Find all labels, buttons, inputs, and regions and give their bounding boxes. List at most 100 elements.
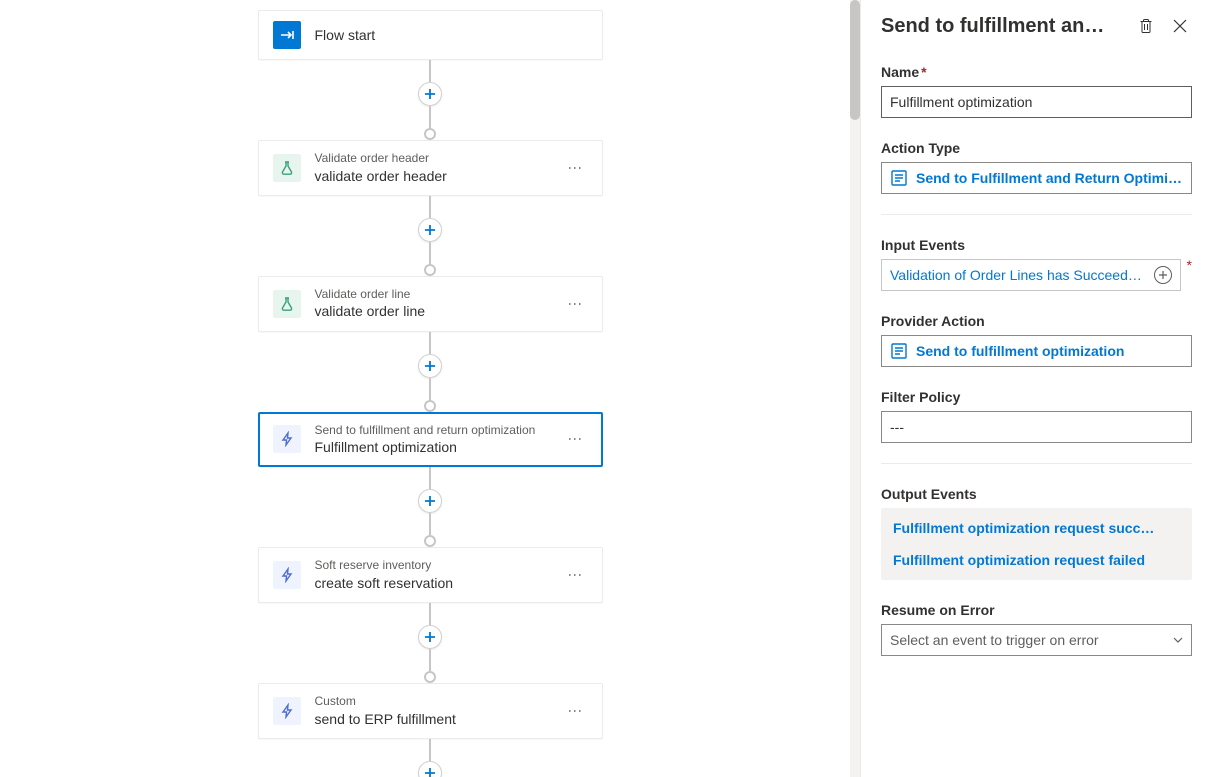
connector-line <box>429 513 431 535</box>
connector <box>418 332 442 412</box>
connector-line <box>429 739 431 761</box>
node-category: Custom <box>315 694 564 710</box>
add-input-event-button[interactable] <box>1154 266 1172 284</box>
node-labels: Send to fulfillment and return optimizat… <box>315 423 564 457</box>
chevron-down-icon <box>1173 637 1183 643</box>
connector-port <box>424 400 436 412</box>
action-type-label: Action Type <box>881 140 1192 156</box>
filter-policy-label: Filter Policy <box>881 389 1192 405</box>
input-events-selector[interactable]: Validation of Order Lines has Succeed… <box>881 259 1181 291</box>
flow-node[interactable]: Soft reserve inventorycreate soft reserv… <box>258 547 603 603</box>
panel-title: Send to fulfillment an… <box>881 15 1124 38</box>
provider-action-value: Send to fulfillment optimization <box>916 343 1183 359</box>
input-events-value: Validation of Order Lines has Succeed… <box>890 267 1146 283</box>
node-title: send to ERP fulfillment <box>315 710 564 728</box>
name-input[interactable] <box>881 86 1192 118</box>
node-title: Fulfillment optimization <box>315 438 564 456</box>
flow-node[interactable]: Customsend to ERP fulfillment⋮ <box>258 683 603 739</box>
node-title: validate order header <box>315 167 564 185</box>
plus-icon <box>424 224 436 236</box>
flow-node[interactable]: Send to fulfillment and return optimizat… <box>258 412 603 468</box>
divider <box>881 463 1192 464</box>
flow-node[interactable]: Flow start <box>258 10 603 60</box>
connector-line <box>429 106 431 128</box>
name-label: Name* <box>881 64 1192 80</box>
bolt-icon <box>279 703 295 719</box>
connector-line <box>429 332 431 354</box>
node-menu-button[interactable]: ⋮ <box>564 428 588 450</box>
node-menu-button[interactable]: ⋮ <box>564 700 588 722</box>
output-event-item[interactable]: Fulfillment optimization request failed <box>881 544 1192 576</box>
plus-icon <box>424 88 436 100</box>
connector <box>418 60 442 140</box>
connector-port <box>424 264 436 276</box>
node-title: Flow start <box>315 26 588 44</box>
output-event-item[interactable]: Fulfillment optimization request succ… <box>881 512 1192 544</box>
name-label-text: Name <box>881 64 919 80</box>
node-icon <box>273 697 301 725</box>
provider-action-icon <box>890 342 908 360</box>
add-step-button[interactable] <box>418 489 442 513</box>
add-step-button[interactable] <box>418 82 442 106</box>
connector-line <box>429 467 431 489</box>
flow-node[interactable]: Validate order headervalidate order head… <box>258 140 603 196</box>
node-labels: Validate order headervalidate order head… <box>315 151 564 185</box>
add-step-button[interactable] <box>418 354 442 378</box>
connector <box>418 467 442 547</box>
connector-line <box>429 603 431 625</box>
connector-line <box>429 378 431 400</box>
node-icon <box>273 154 301 182</box>
panel-header: Send to fulfillment an… <box>861 0 1212 48</box>
flow-canvas[interactable]: Flow startValidate order headervalidate … <box>0 0 860 777</box>
connector-port <box>424 671 436 683</box>
filter-policy-value[interactable]: --- <box>881 411 1192 443</box>
flask-icon <box>279 160 295 176</box>
add-step-button[interactable] <box>418 625 442 649</box>
close-icon <box>1173 19 1187 33</box>
action-type-selector[interactable]: Send to Fulfillment and Return Optimiza… <box>881 162 1192 194</box>
trash-icon <box>1138 18 1154 34</box>
node-labels: Flow start <box>315 26 588 44</box>
node-icon <box>273 425 301 453</box>
node-menu-button[interactable]: ⋮ <box>564 157 588 179</box>
connector-line <box>429 196 431 218</box>
node-icon <box>273 290 301 318</box>
flow-node[interactable]: Validate order linevalidate order line⋮ <box>258 276 603 332</box>
close-button[interactable] <box>1168 14 1192 38</box>
required-marker: * <box>921 64 926 80</box>
required-marker: * <box>1187 257 1192 273</box>
node-icon <box>273 21 301 49</box>
plus-icon <box>424 767 436 777</box>
delete-button[interactable] <box>1134 14 1158 38</box>
scrollbar-thumb[interactable] <box>850 0 860 120</box>
connector-line <box>429 649 431 671</box>
provider-action-label: Provider Action <box>881 313 1192 329</box>
node-labels: Customsend to ERP fulfillment <box>315 694 564 728</box>
add-step-button[interactable] <box>418 218 442 242</box>
node-menu-button[interactable]: ⋮ <box>564 293 588 315</box>
add-step-button[interactable] <box>418 761 442 777</box>
node-labels: Soft reserve inventorycreate soft reserv… <box>315 558 564 592</box>
node-category: Send to fulfillment and return optimizat… <box>315 423 564 439</box>
node-category: Validate order header <box>315 151 564 167</box>
node-category: Validate order line <box>315 287 564 303</box>
input-events-label: Input Events <box>881 237 1192 253</box>
connector <box>418 739 442 777</box>
action-type-value: Send to Fulfillment and Return Optimiza… <box>916 170 1183 186</box>
resume-on-error-select[interactable]: Select an event to trigger on error <box>881 624 1192 656</box>
action-type-icon <box>890 169 908 187</box>
node-menu-button[interactable]: ⋮ <box>564 564 588 586</box>
plus-icon <box>424 360 436 372</box>
divider <box>881 214 1192 215</box>
provider-action-selector[interactable]: Send to fulfillment optimization <box>881 335 1192 367</box>
connector <box>418 196 442 276</box>
resume-on-error-field: Resume on Error Select an event to trigg… <box>881 602 1192 656</box>
connector-port <box>424 535 436 547</box>
plus-icon <box>424 631 436 643</box>
input-events-field: Input Events Validation of Order Lines h… <box>881 237 1192 291</box>
provider-action-field: Provider Action Send to fulfillment opti… <box>881 313 1192 367</box>
node-title: validate order line <box>315 302 564 320</box>
node-icon <box>273 561 301 589</box>
bolt-icon <box>279 431 295 447</box>
output-events-list: Fulfillment optimization request succ…Fu… <box>881 508 1192 580</box>
